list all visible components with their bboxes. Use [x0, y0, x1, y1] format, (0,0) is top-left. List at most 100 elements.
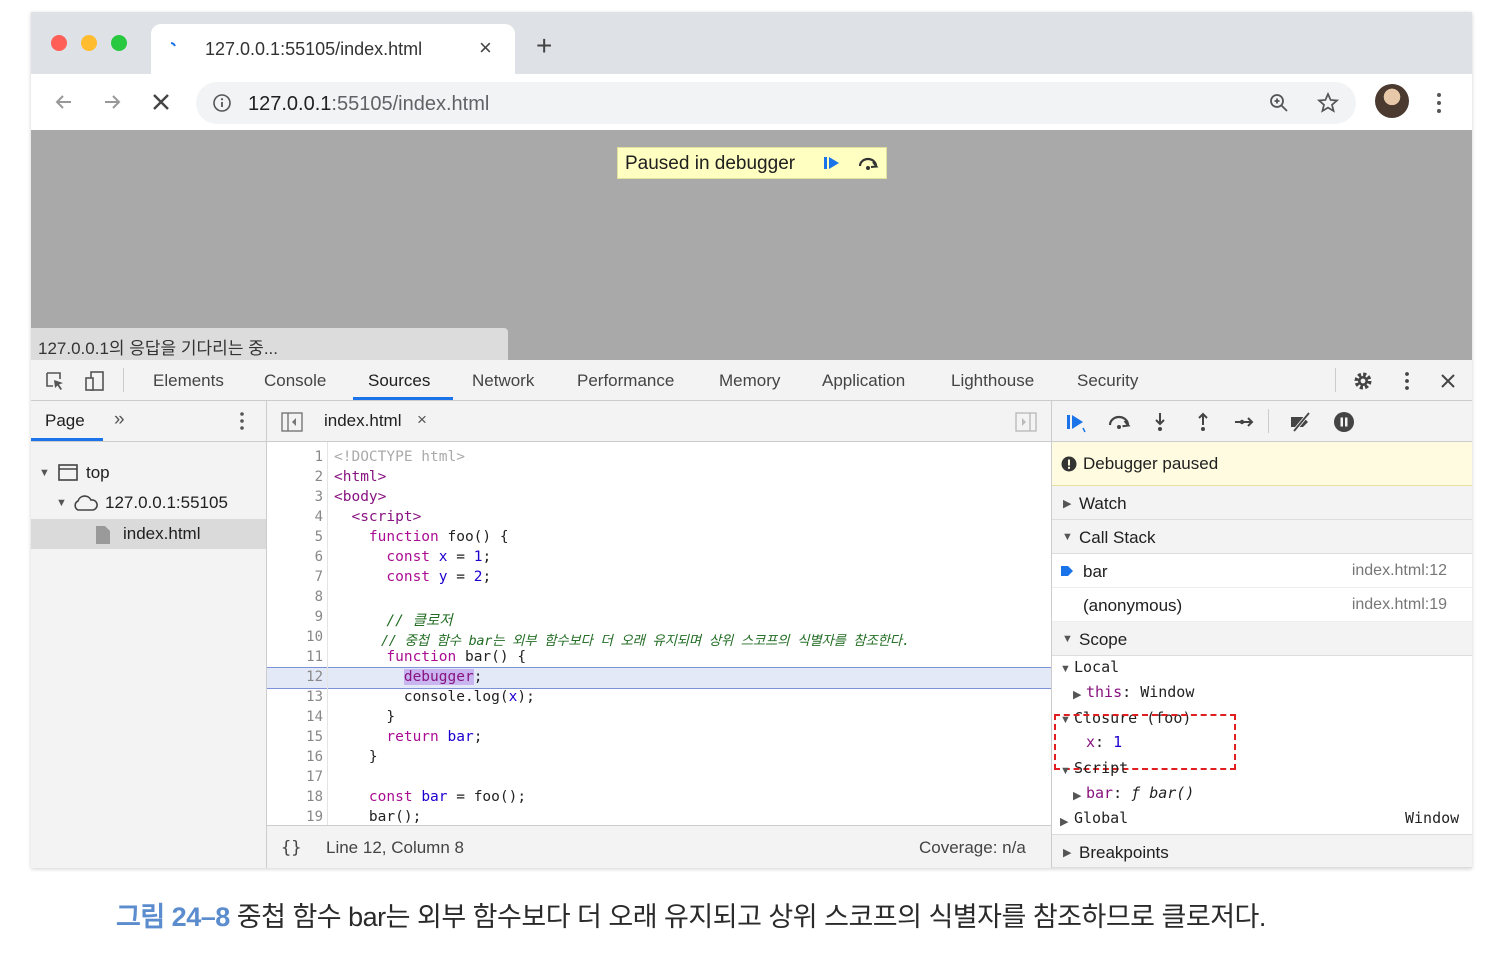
debugger-toolbar	[1052, 401, 1472, 442]
forward-icon[interactable]	[99, 89, 125, 115]
tab-elements[interactable]: Elements	[153, 371, 224, 391]
cloud-icon	[74, 495, 98, 511]
bookmark-star-icon[interactable]	[1316, 91, 1340, 115]
scope-local[interactable]: Local	[1074, 658, 1119, 676]
browser-toolbar: 127.0.0.1:55105/index.html	[31, 74, 1472, 130]
step-over-icon[interactable]	[855, 151, 881, 175]
breakpoints-section-header[interactable]: ▶ Breakpoints	[1052, 834, 1472, 868]
step-into-icon[interactable]	[1147, 410, 1173, 434]
cursor-position: Line 12, Column 8	[326, 838, 464, 857]
watch-section-header[interactable]: ▶ Watch	[1052, 486, 1472, 520]
expanded-arrow-icon[interactable]: ▼	[1060, 663, 1071, 675]
tree-label-origin: 127.0.0.1:55105	[105, 493, 228, 512]
back-icon[interactable]	[51, 89, 77, 115]
collapsed-arrow-icon[interactable]: ▶	[1073, 688, 1081, 701]
toolbar-divider	[1335, 368, 1336, 392]
script-variable-bar[interactable]: bar: ƒ bar()	[1086, 784, 1194, 802]
toggle-navigator-icon[interactable]	[281, 412, 303, 432]
expand-arrow-icon[interactable]: ▼	[39, 467, 50, 479]
close-file-icon[interactable]: ×	[417, 410, 427, 430]
close-window-button[interactable]	[51, 35, 67, 51]
collapsed-arrow-icon: ▶	[1063, 498, 1072, 510]
navigator-menu-icon[interactable]	[235, 410, 249, 432]
deactivate-breakpoints-icon[interactable]	[1288, 410, 1314, 434]
new-tab-icon[interactable]: +	[536, 32, 552, 60]
code-line: 18 const bar = foo();	[306, 789, 527, 805]
editor-file-tab[interactable]: index.html	[324, 411, 401, 431]
tab-performance[interactable]: Performance	[577, 371, 674, 391]
code-line: 16 }	[306, 749, 378, 765]
expand-arrow-icon[interactable]: ▼	[56, 497, 67, 509]
browser-tab[interactable]: 127.0.0.1:55105/index.html ×	[151, 24, 515, 74]
call-frame-location[interactable]: index.html:19	[1352, 596, 1447, 614]
scope-global[interactable]: Global	[1074, 809, 1128, 827]
tree-item-index-html[interactable]: index.html	[31, 519, 266, 549]
stop-loading-icon[interactable]	[148, 89, 174, 115]
call-stack-label: Call Stack	[1079, 528, 1156, 547]
code-line: 10 // 중첩 함수 bar는 외부 함수보다 더 오래 유지되며 상위 스코…	[306, 629, 910, 649]
close-devtools-icon[interactable]	[1436, 369, 1460, 393]
step-out-icon[interactable]	[1190, 410, 1216, 434]
editor-status-bar: {} Line 12, Column 8 Coverage: n/a	[267, 825, 1051, 868]
scope-local-this[interactable]: this: Window	[1086, 683, 1194, 701]
inspect-element-icon[interactable]	[43, 369, 67, 393]
tree-item-top[interactable]: ▼ top	[31, 458, 266, 488]
navigator-tab-page[interactable]: Page	[45, 411, 85, 431]
call-frame-name: (anonymous)	[1083, 596, 1183, 615]
tree-item-origin[interactable]: ▼ 127.0.0.1:55105	[31, 488, 266, 518]
call-stack-section-header[interactable]: ▼ Call Stack	[1052, 520, 1472, 554]
pause-on-exceptions-icon[interactable]	[1331, 410, 1357, 434]
info-icon[interactable]	[212, 93, 232, 113]
gutter-divider	[327, 442, 328, 825]
step-over-icon[interactable]	[1106, 410, 1132, 434]
current-frame-arrow-icon	[1061, 566, 1073, 576]
paused-overlay: Paused in debugger	[617, 147, 887, 179]
browser-menu-icon[interactable]	[1433, 90, 1445, 116]
profile-avatar[interactable]	[1375, 84, 1409, 118]
navigator-tab-indicator	[31, 438, 103, 441]
code-line: 3 <body>	[314, 489, 387, 505]
active-tab-indicator	[353, 397, 453, 400]
zoom-icon[interactable]	[1268, 92, 1290, 114]
tree-label-index-html: index.html	[123, 524, 201, 543]
browser-window: 127.0.0.1:55105/index.html × + 127.0.0.1…	[31, 12, 1472, 868]
code-line: 7 const y = 2;	[314, 569, 492, 585]
code-line: 6 const x = 1;	[314, 549, 492, 565]
scope-script[interactable]: Script	[1074, 759, 1128, 777]
device-toolbar-icon[interactable]	[83, 369, 107, 393]
code-area[interactable]: 1 <!DOCTYPE html> 2 <html> 3 <body> 4 <scri…	[267, 442, 1051, 825]
toolbar-divider	[123, 368, 124, 392]
url-text[interactable]: 127.0.0.1:55105/index.html	[248, 93, 489, 116]
devtools-tab-bar: Elements Console Sources Network Perform…	[31, 360, 1472, 401]
debugger-paused-text: Debugger paused	[1083, 454, 1219, 473]
pretty-print-button[interactable]: {}	[281, 838, 301, 858]
tab-console[interactable]: Console	[264, 371, 326, 391]
code-line: 5 function foo() {	[314, 529, 509, 545]
settings-gear-icon[interactable]	[1351, 369, 1375, 393]
loading-spinner-icon	[170, 42, 176, 47]
resume-icon[interactable]	[819, 151, 845, 175]
tab-close-icon[interactable]: ×	[479, 35, 492, 61]
collapsed-arrow-icon[interactable]: ▶	[1060, 815, 1068, 828]
tab-application[interactable]: Application	[822, 371, 905, 391]
zoom-window-button[interactable]	[111, 35, 127, 51]
tab-network[interactable]: Network	[472, 371, 534, 391]
code-line: 4 <script>	[314, 509, 422, 525]
devtools-menu-icon[interactable]	[1395, 369, 1419, 393]
call-frame[interactable]: (anonymous) index.html:19	[1052, 588, 1472, 622]
expanded-arrow-icon[interactable]: ▼	[1060, 765, 1071, 777]
toggle-debugger-sidebar-icon[interactable]	[1015, 412, 1037, 432]
step-icon[interactable]	[1232, 410, 1258, 434]
tab-sources[interactable]: Sources	[368, 371, 430, 391]
scope-section-header[interactable]: ▼ Scope	[1052, 622, 1472, 656]
call-frame-location[interactable]: index.html:12	[1352, 562, 1447, 580]
collapsed-arrow-icon[interactable]: ▶	[1073, 789, 1081, 802]
more-tabs-icon[interactable]: »	[114, 409, 125, 431]
tab-lighthouse[interactable]: Lighthouse	[951, 371, 1034, 391]
resume-icon[interactable]	[1063, 410, 1089, 434]
address-bar[interactable]: 127.0.0.1:55105/index.html	[196, 82, 1356, 124]
minimize-window-button[interactable]	[81, 35, 97, 51]
call-frame[interactable]: bar index.html:12	[1052, 554, 1472, 588]
tab-security[interactable]: Security	[1077, 371, 1138, 391]
tab-memory[interactable]: Memory	[719, 371, 780, 391]
